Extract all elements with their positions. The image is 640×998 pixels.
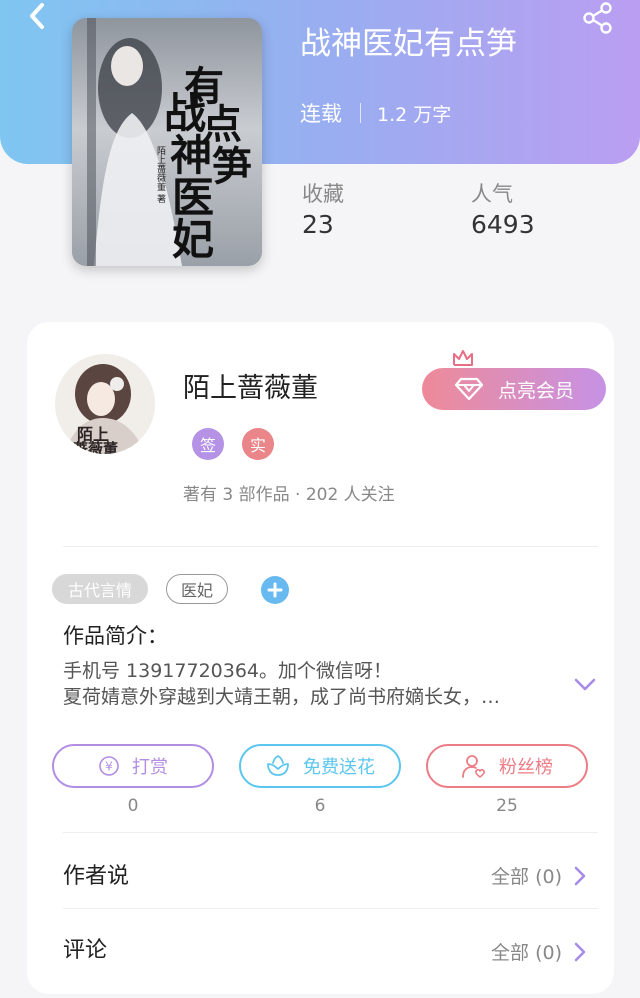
- author-card: 陌上 蔷薇董 陌上蔷薇董 签 实 著有 3 部作品 · 202 人关注 点亮会员…: [27, 322, 614, 994]
- book-meta: 连载 1.2 万字: [300, 98, 451, 128]
- tip-button[interactable]: ¥ 打赏: [52, 744, 214, 788]
- diamond-icon: [454, 377, 484, 401]
- divider: [63, 908, 598, 909]
- synopsis-line: 手机号 13917720364。加个微信呀！: [63, 660, 393, 682]
- send-flower-button[interactable]: 免费送花: [239, 744, 401, 788]
- favorites-value: 23: [302, 210, 334, 239]
- book-cover[interactable]: 有 点 笋 战 神 医 妃 陌上蔷薇董 著: [72, 18, 262, 266]
- vip-button-label: 点亮会员: [497, 379, 574, 402]
- vip-button[interactable]: 点亮会员: [422, 368, 606, 410]
- svg-text:笋: 笋: [212, 143, 252, 190]
- tip-count: 0: [127, 796, 139, 816]
- chevron-right-icon[interactable]: [572, 864, 588, 888]
- chevron-down-icon[interactable]: [572, 676, 598, 694]
- word-count: 1.2 万字: [377, 103, 452, 126]
- tag-topic[interactable]: 医妃: [166, 574, 228, 604]
- fan-ranking-button[interactable]: 粉丝榜: [426, 744, 588, 788]
- serial-status: 连载: [300, 102, 342, 126]
- author-name[interactable]: 陌上蔷薇董: [183, 366, 318, 405]
- tag-genre[interactable]: 古代言情: [52, 574, 148, 604]
- comments-label[interactable]: 评论: [63, 932, 107, 964]
- chevron-right-icon[interactable]: [572, 940, 588, 964]
- favorites-label: 收藏: [302, 182, 344, 206]
- signed-badge: 签: [192, 428, 224, 460]
- divider: [63, 546, 598, 547]
- add-tag-button[interactable]: [261, 576, 289, 604]
- author-notes-count[interactable]: 全部 (0): [491, 862, 562, 889]
- synopsis-line: 夏荷婧意外穿越到大靖王朝，成了尚书府嫡长女，…: [63, 686, 501, 708]
- fan-ranking-button-label: 粉丝榜: [499, 757, 553, 778]
- fan-person-icon: [462, 755, 485, 778]
- author-notes-label[interactable]: 作者说: [63, 858, 129, 890]
- plus-icon: [267, 582, 283, 598]
- svg-text:妃: 妃: [172, 215, 214, 264]
- popularity-value: 6493: [471, 210, 535, 239]
- svg-text:¥: ¥: [105, 760, 113, 774]
- verified-badge: 实: [242, 428, 274, 460]
- book-title: 战神医妃有点笋: [300, 26, 517, 62]
- crown-icon: [453, 350, 473, 366]
- fan-count: 25: [496, 796, 518, 816]
- chevron-left-icon: [30, 3, 44, 29]
- yen-coin-icon: ¥: [99, 756, 119, 776]
- send-flower-button-label: 免费送花: [303, 757, 375, 778]
- popularity-label: 人气: [471, 182, 513, 206]
- svg-text:蔷薇董: 蔷薇董: [73, 440, 118, 454]
- synopsis-text: 手机号 13917720364。加个微信呀！ 夏荷婧意外穿越到大靖王朝，成了尚书…: [63, 658, 563, 710]
- comments-count[interactable]: 全部 (0): [491, 938, 562, 965]
- flower-count: 6: [314, 796, 326, 816]
- svg-text:陌上蔷薇董 著: 陌上蔷薇董 著: [155, 146, 166, 203]
- share-icon: [583, 2, 612, 34]
- divider: [63, 832, 598, 833]
- back-button[interactable]: [18, 0, 58, 34]
- avatar[interactable]: 陌上 蔷薇董: [55, 354, 155, 454]
- divider: [360, 103, 361, 123]
- synopsis-label: 作品简介：: [63, 624, 168, 648]
- share-button[interactable]: [578, 0, 618, 36]
- tip-button-label: 打赏: [132, 757, 168, 778]
- works-info: 著有 3 部作品 · 202 人关注: [183, 485, 395, 505]
- flower-icon: [267, 754, 289, 776]
